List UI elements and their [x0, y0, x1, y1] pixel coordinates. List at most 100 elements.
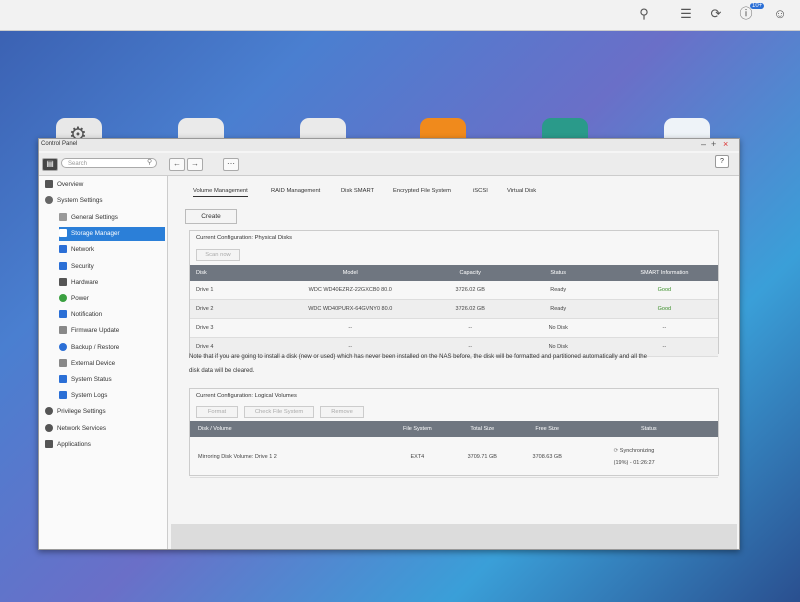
physical-disks-table: Disk Model Capacity Status SMART Informa… [190, 265, 718, 357]
close-icon[interactable]: × [723, 139, 728, 149]
sidebar-item-overview[interactable]: Overview [45, 178, 165, 192]
minimize-icon[interactable]: – [701, 139, 706, 149]
sidebar-item-network[interactable]: Network [59, 243, 165, 257]
home-icon[interactable]: ▤ [42, 158, 58, 171]
logical-volumes-title: Current Configuration: Logical Volumes [196, 393, 297, 399]
remove-button[interactable]: Remove [320, 406, 364, 418]
sidebar-item-power[interactable]: Power [59, 292, 165, 306]
capacity-cell: 3726.02 GB [434, 299, 506, 319]
scan-now-button[interactable]: Scan now [196, 249, 240, 261]
tab-volume-management[interactable]: Volume Management [193, 188, 248, 197]
disk-cell: Drive 1 [190, 281, 266, 300]
shield-icon [59, 262, 67, 271]
format-warning-line1: Note that if you are going to install a … [189, 354, 647, 360]
help-button[interactable]: ? [715, 155, 729, 168]
grid-icon [45, 180, 53, 189]
create-button[interactable]: Create [185, 209, 237, 224]
gear-icon [45, 196, 53, 205]
sidebar-item-network-services[interactable]: Network Services [45, 422, 165, 436]
sync-icon: ⟳ [613, 448, 619, 454]
column-header-smart: SMART Information [610, 265, 718, 281]
network-icon [59, 245, 67, 254]
search-input[interactable]: Search [61, 158, 157, 168]
sidebar-item-firmware-update[interactable]: Firmware Update [59, 324, 165, 338]
sidebar-item-privilege-settings[interactable]: Privilege Settings [45, 405, 165, 419]
control-panel-window: Control Panel – + × ▤ Search ⚲ ← → ⋯ ? O… [38, 138, 740, 550]
tab-virtual-disk[interactable]: Virtual Disk [507, 188, 536, 194]
firmware-icon [59, 326, 67, 335]
apps-icon [45, 440, 53, 449]
status-cell: No Disk [505, 318, 611, 338]
volume-cell: Mirroring Disk Volume: Drive 1 2 [190, 437, 385, 478]
sidebar-item-hardware[interactable]: Hardware [59, 276, 165, 290]
window-toolbar: ▤ Search ⚲ ← → ⋯ [39, 153, 739, 176]
user-icon[interactable]: ☺ [772, 6, 788, 22]
column-header-model: Model [265, 265, 435, 281]
user-icon [45, 407, 53, 416]
format-warning-line2: disk data will be cleared. [189, 368, 255, 374]
background-task-icon[interactable]: ☰ [678, 6, 694, 22]
tab-iscsi[interactable]: iSCSI [473, 188, 488, 194]
model-cell: -- [265, 318, 435, 338]
sidebar-item-security[interactable]: Security [59, 260, 165, 274]
free-size-cell: 3708.63 GB [514, 437, 580, 478]
model-cell: WDC WD40PURX-64GVNY0 80.0 [265, 299, 435, 319]
model-cell: WDC WD40EZRZ-22GXCB0 80.0 [265, 281, 435, 300]
back-button[interactable]: ← [169, 158, 185, 171]
check-file-system-button[interactable]: Check File System [244, 406, 314, 418]
smart-cell: Good [610, 299, 718, 319]
sidebar-item-system-settings[interactable]: System Settings [45, 194, 165, 208]
search-icon[interactable]: ⚲ [147, 158, 152, 166]
sidebar-item-applications[interactable]: Applications [45, 438, 165, 452]
sidebar-item-system-logs[interactable]: System Logs [59, 389, 165, 403]
backup-icon [59, 343, 67, 352]
content-footer [171, 524, 737, 549]
window-titlebar: Control Panel – + × [39, 139, 739, 151]
sidebar-item-backup-restore[interactable]: Backup / Restore [59, 341, 165, 355]
sidebar-item-external-device[interactable]: External Device [59, 357, 165, 371]
format-button[interactable]: Format [196, 406, 238, 418]
column-header-volume: Disk / Volume [190, 421, 385, 437]
column-header-capacity: Capacity [434, 265, 506, 281]
apps-grid-icon[interactable]: ⋯ [223, 158, 239, 171]
bulb-icon [59, 294, 67, 303]
maximize-icon[interactable]: + [711, 139, 716, 149]
column-header-file-system: File System [384, 421, 450, 437]
sync-progress-text: (19%) - 01:26:27 [613, 460, 655, 466]
column-header-status: Status [579, 421, 718, 437]
sidebar-item-notification[interactable]: Notification [59, 308, 165, 322]
settings-icon [59, 213, 67, 222]
sync-icon[interactable]: ⟳ [708, 6, 724, 22]
capacity-cell: 3726.02 GB [434, 281, 506, 300]
table-row[interactable]: Drive 1 WDC WD40EZRZ-22GXCB0 80.0 3726.0… [190, 281, 718, 300]
column-header-total-size: Total Size [449, 421, 515, 437]
table-row[interactable]: Drive 2 WDC WD40PURX-64GVNY0 80.0 3726.0… [190, 299, 718, 319]
notification-badge: 10+ [750, 3, 765, 9]
desktop-topbar: ⚲ ☰ ⟳ ⓘ 10+ ☺ [0, 0, 800, 31]
database-icon [59, 229, 67, 238]
tab-encrypted-file-system[interactable]: Encrypted File System [393, 188, 451, 194]
table-header-row: Disk / Volume File System Total Size Fre… [190, 421, 718, 437]
logical-volumes-table: Disk / Volume File System Total Size Fre… [190, 421, 718, 478]
device-icon [59, 359, 67, 368]
sidebar-item-general-settings[interactable]: General Settings [59, 211, 165, 225]
globe-icon [45, 424, 53, 433]
storage-manager-content: Volume Management RAID Management Disk S… [171, 176, 737, 549]
tab-raid-management[interactable]: RAID Management [271, 188, 320, 194]
tab-disk-smart[interactable]: Disk SMART [341, 188, 374, 194]
smart-cell: -- [610, 318, 718, 338]
table-row[interactable]: Mirroring Disk Volume: Drive 1 2 EXT4 37… [190, 437, 718, 478]
monitor-icon [59, 375, 67, 384]
bell-icon [59, 310, 67, 319]
forward-button[interactable]: → [187, 158, 203, 171]
sidebar-item-storage-manager[interactable]: Storage Manager [59, 227, 165, 241]
log-icon [59, 391, 67, 400]
total-size-cell: 3709.71 GB [449, 437, 515, 478]
search-icon[interactable]: ⚲ [636, 6, 652, 22]
table-row[interactable]: Drive 3 -- -- No Disk -- [190, 318, 718, 338]
window-title: Control Panel [41, 141, 78, 147]
logical-volumes-panel: Current Configuration: Logical Volumes F… [189, 388, 719, 478]
sidebar-item-system-status[interactable]: System Status [59, 373, 165, 387]
physical-disks-title: Current Configuration: Physical Disks [196, 235, 293, 241]
column-header-status: Status [505, 265, 611, 281]
